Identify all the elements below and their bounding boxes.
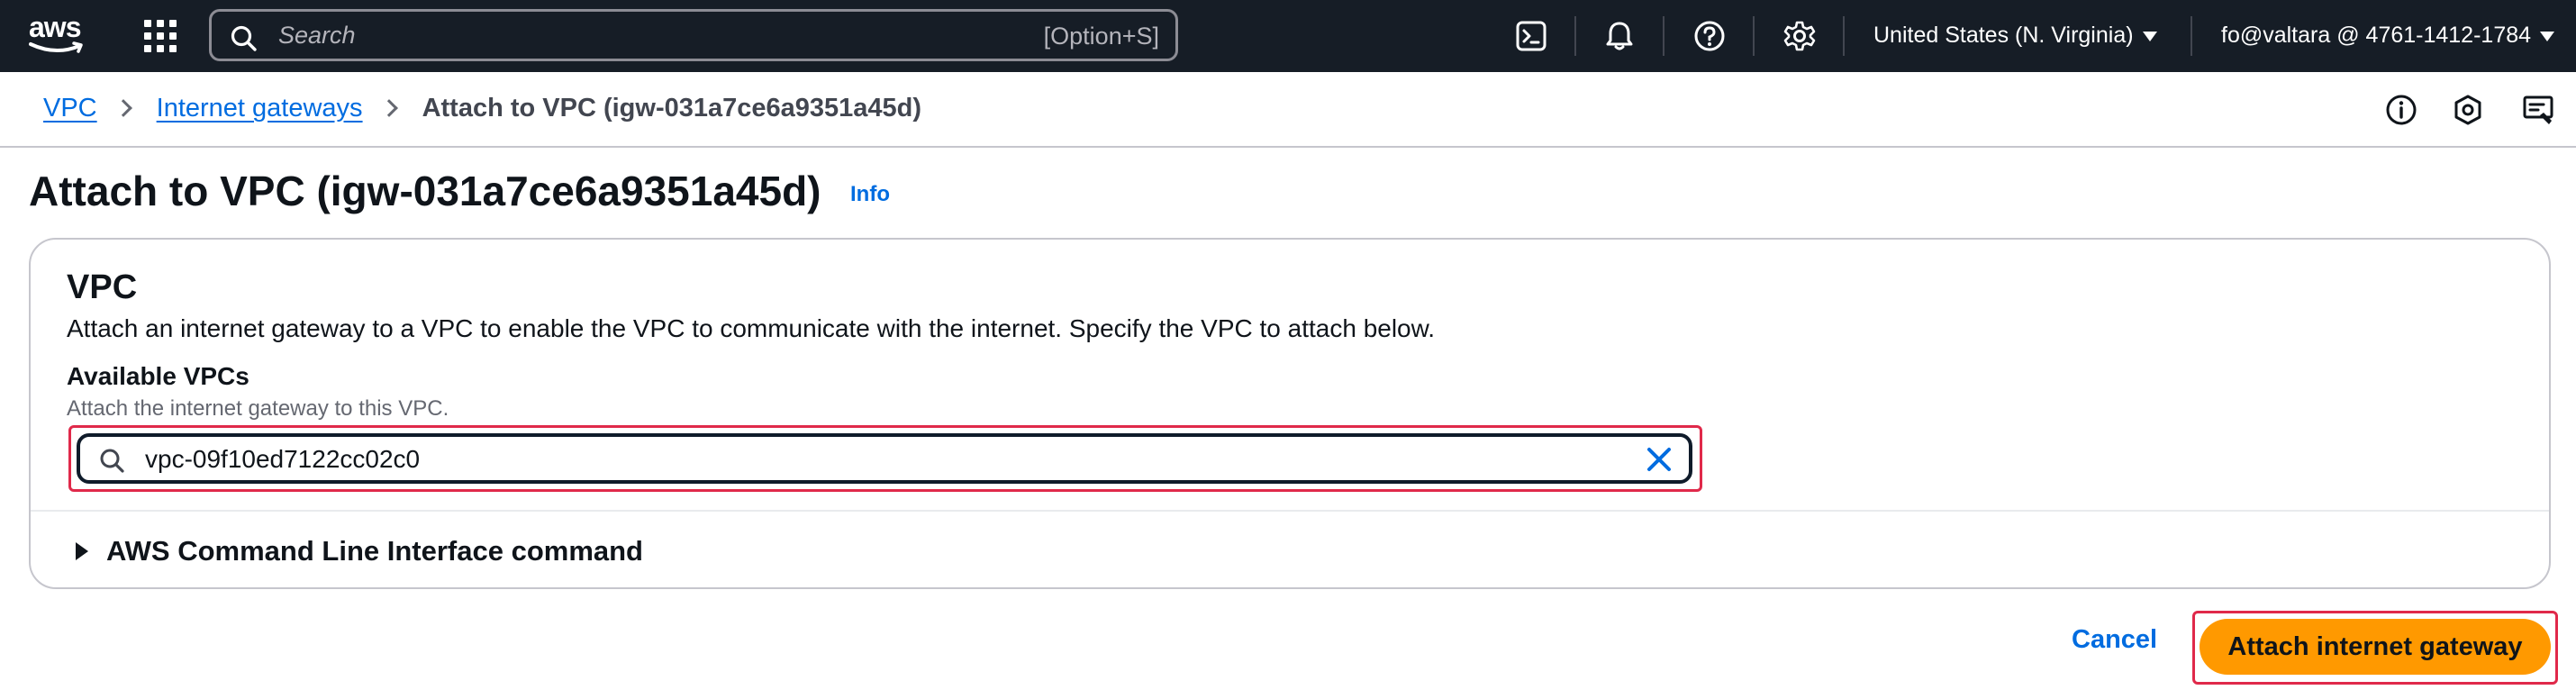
aws-logo[interactable]: aws [27,11,90,58]
info-panel-icon[interactable] [2383,92,2419,128]
region-selector[interactable]: United States (N. Virginia) [1873,20,2157,50]
aws-logo-text: aws [29,11,81,43]
search-shortcut-hint: [Option+S] [1043,23,1159,50]
global-search[interactable]: [Option+S] [209,9,1178,61]
info-link[interactable]: Info [850,182,890,207]
feedback-icon[interactable] [2520,92,2556,128]
available-vpcs-label: Available VPCs [67,362,249,390]
region-label: United States (N. Virginia) [1873,23,2134,48]
breadcrumb-internet-gateways[interactable]: Internet gateways [157,90,363,126]
aws-smile-icon [29,41,83,53]
section-title: VPC [67,268,138,306]
help-icon[interactable] [1690,16,1729,56]
page-title: Attach to VPC (igw-031a7ce6a9351a45d) [29,168,821,214]
attach-internet-gateway-button[interactable]: Attach internet gateway [2200,619,2551,675]
breadcrumb: VPC Internet gateways Attach to VPC (igw… [43,90,921,126]
available-vpcs-description: Attach the internet gateway to this VPC. [67,396,449,421]
cli-command-expander[interactable]: AWS Command Line Interface command [76,533,643,569]
search-icon [231,25,257,51]
vpc-container: VPC Attach an internet gateway to a VPC … [29,238,2551,589]
search-icon [100,449,124,473]
available-vpcs-field[interactable] [77,433,1692,484]
chevron-down-icon [2142,31,2157,41]
top-navigation-bar: aws [Option+S] [0,0,2576,72]
chevron-right-icon [379,99,398,117]
cancel-button[interactable]: Cancel [2072,622,2157,658]
security-shield-icon[interactable] [2450,92,2486,128]
available-vpcs-input[interactable] [143,442,1602,477]
bell-icon[interactable] [1600,16,1639,56]
chevron-right-icon [113,99,132,117]
breadcrumb-bar: VPC Internet gateways Attach to VPC (igw… [0,72,2576,148]
breadcrumb-vpc[interactable]: VPC [43,90,97,126]
apps-grid-icon[interactable] [144,20,177,52]
section-description: Attach an internet gateway to a VPC to e… [67,314,1436,342]
attach-button-highlight: Attach internet gateway [2192,611,2558,685]
clear-icon[interactable] [1644,444,1674,475]
chevron-down-icon [2540,31,2555,41]
account-label: fo@valtara @ 4761-1412-1784 [2221,23,2532,48]
breadcrumb-current: Attach to VPC (igw-031a7ce6a9351a45d) [422,94,922,123]
cli-command-label: AWS Command Line Interface command [106,535,643,567]
section-divider [31,510,2549,512]
account-menu[interactable]: fo@valtara @ 4761-1412-1784 [2221,20,2555,50]
gear-icon[interactable] [1780,16,1819,56]
available-vpcs-highlight [68,425,1702,492]
caret-right-icon [76,542,88,560]
global-search-input[interactable] [277,19,961,51]
cloudshell-icon[interactable] [1511,16,1551,56]
